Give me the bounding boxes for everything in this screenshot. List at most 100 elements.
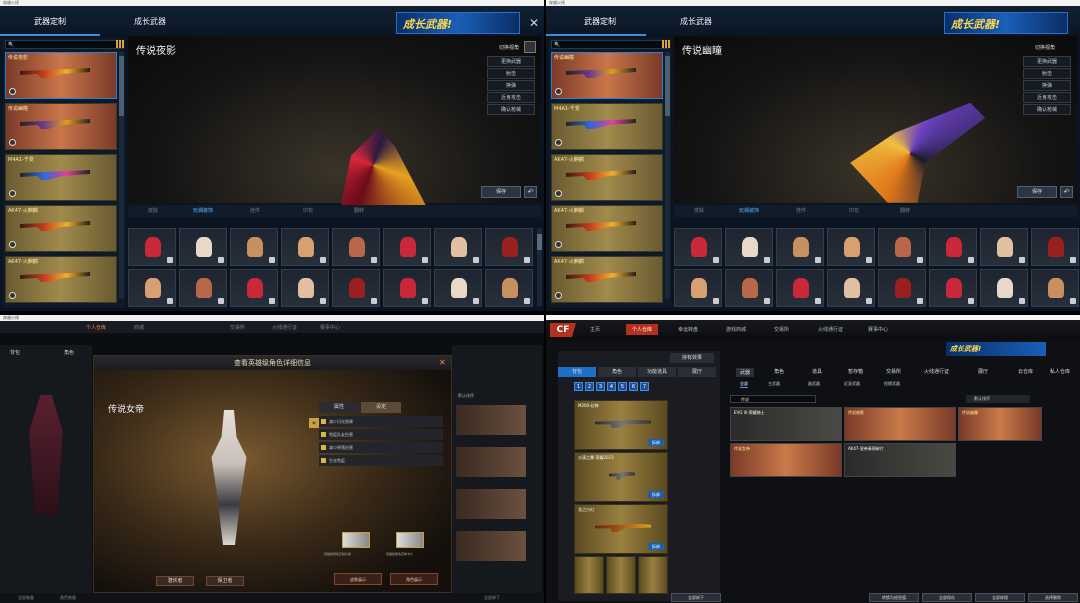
decoration-item[interactable]: [980, 228, 1028, 266]
inspect-button[interactable]: 确认枪械: [487, 104, 535, 115]
save-all-button[interactable]: 全部保存: [922, 593, 972, 602]
nav-personal-storage[interactable]: 个人仓库: [626, 324, 659, 335]
hero-model[interactable]: [211, 410, 247, 545]
throwable-slot[interactable]: [574, 556, 604, 594]
slot-number-button[interactable]: 2: [585, 382, 594, 391]
weapon-card[interactable]: AK47-火麒麟: [5, 205, 117, 252]
decoration-item[interactable]: [485, 228, 533, 266]
grid-view-icon[interactable]: [116, 40, 124, 48]
change-weapon-button[interactable]: 更换武器: [1023, 56, 1071, 67]
reload-button[interactable]: 换弹: [487, 80, 535, 91]
shoot-button[interactable]: 射击: [487, 68, 535, 79]
decoration-item[interactable]: [878, 228, 926, 266]
nav-home[interactable]: 主页: [590, 326, 600, 333]
search-input[interactable]: 传说: [730, 395, 816, 403]
weapon-slot[interactable]: 龙之爪刃 拆卸: [574, 504, 668, 554]
tab-stash[interactable]: 暂存箱: [848, 368, 863, 375]
save-button[interactable]: 保存: [481, 186, 521, 198]
tab-growth-weapon[interactable]: 成长武器: [680, 16, 712, 27]
decoration-item[interactable]: [332, 269, 380, 307]
sort-label[interactable]: 默认排序: [458, 393, 474, 399]
unequip-all-button[interactable]: 全部卸下: [671, 593, 721, 602]
storage-item[interactable]: EVO III-荣耀骑士: [730, 407, 842, 441]
tab-weapons[interactable]: 武器: [736, 368, 755, 377]
equip-all-button[interactable]: 全部装备: [18, 595, 34, 601]
tab-weapon-custom[interactable]: 武器定制: [34, 16, 66, 27]
tab-print[interactable]: 印花: [849, 207, 859, 214]
character-thumb[interactable]: [456, 447, 526, 477]
weapon-card[interactable]: M4A1-千变: [5, 154, 117, 201]
convert-exp-button[interactable]: 转换为经验值: [869, 593, 919, 602]
decoration-item[interactable]: [878, 269, 926, 307]
scrollbar[interactable]: [665, 52, 670, 299]
slot-number-button[interactable]: 6: [629, 382, 638, 391]
storage-item[interactable]: 传说女帝: [730, 443, 842, 477]
tab-showroom[interactable]: 展厅: [678, 367, 716, 377]
decoration-item[interactable]: [179, 269, 227, 307]
defender-button[interactable]: 保卫者: [206, 576, 244, 586]
skin-show-button[interactable]: 皮肤展示: [334, 573, 382, 585]
dismantle-button[interactable]: 拆卸: [648, 439, 664, 446]
sort-dropdown[interactable]: 默认排序: [966, 395, 1030, 403]
reload-button[interactable]: 换弹: [1023, 80, 1071, 91]
nav-events[interactable]: 赛事中心: [868, 326, 888, 333]
decoration-item[interactable]: [929, 228, 977, 266]
cf-logo[interactable]: CF: [550, 323, 576, 337]
scrollbar[interactable]: [119, 52, 124, 299]
filter-melee[interactable]: 近身武器: [844, 381, 860, 387]
tab-role[interactable]: 角色: [64, 349, 74, 356]
decoration-item[interactable]: [332, 228, 380, 266]
tab-doll[interactable]: 玩偶装饰: [193, 207, 213, 214]
weapon-card[interactable]: M4A1-千变: [551, 103, 663, 150]
search-input[interactable]: 🔍: [551, 40, 669, 49]
delete-button[interactable]: 选择删除: [1028, 593, 1078, 602]
decoration-item[interactable]: [485, 269, 533, 307]
decoration-item[interactable]: [980, 269, 1028, 307]
decoration-item[interactable]: [725, 228, 773, 266]
tab-skin[interactable]: 皮肤: [694, 207, 704, 214]
decoration-item[interactable]: [776, 228, 824, 266]
tab-flip[interactable]: 翻转: [900, 207, 910, 214]
slot-number-button[interactable]: 3: [596, 382, 605, 391]
shoot-button[interactable]: 射击: [1023, 68, 1071, 79]
decoration-item[interactable]: [383, 228, 431, 266]
throwable-slot[interactable]: [638, 556, 668, 594]
tab-role[interactable]: 角色: [598, 367, 636, 377]
tab-bag[interactable]: 背包: [10, 349, 20, 356]
weapon-card[interactable]: AK47-火麒麟: [5, 256, 117, 303]
undo-icon[interactable]: ↶: [1060, 186, 1073, 198]
nav-lucky-wheel[interactable]: 幸运转盘: [678, 326, 698, 333]
nav-shop[interactable]: 商城: [134, 324, 144, 331]
storage-item[interactable]: 传说夜影: [844, 407, 956, 441]
decoration-item[interactable]: [674, 228, 722, 266]
decoration-item[interactable]: [434, 269, 482, 307]
scrollbar[interactable]: [537, 228, 542, 306]
weapon-slot[interactable]: 沙漠之鹰-荣耀2023 拆卸: [574, 452, 668, 502]
save-button[interactable]: 保存: [1017, 186, 1057, 198]
decoration-item[interactable]: [725, 269, 773, 307]
nav-game-shop[interactable]: 游戏商城: [726, 326, 746, 333]
weapon-card[interactable]: 传说幽瞳: [551, 52, 663, 99]
decoration-item[interactable]: [827, 228, 875, 266]
decoration-item[interactable]: [230, 269, 278, 307]
decoration-item[interactable]: [230, 228, 278, 266]
tab-attributes[interactable]: 属性: [319, 402, 359, 413]
decoration-item[interactable]: [929, 269, 977, 307]
filter-all[interactable]: 全部: [740, 381, 748, 388]
camera-icon[interactable]: [524, 41, 536, 53]
dismantle-button[interactable]: 拆卸: [648, 543, 664, 550]
tab-skin[interactable]: 皮肤: [148, 207, 158, 214]
unequip-all-button[interactable]: 全部卸下: [484, 595, 500, 601]
weapon-model[interactable]: [339, 128, 428, 210]
growth-weapon-banner[interactable]: 成长武器!: [944, 12, 1068, 34]
decoration-item[interactable]: [281, 269, 329, 307]
filter-primary[interactable]: 主武器: [768, 381, 780, 387]
tab-battle-pass[interactable]: 火线通行证: [924, 368, 949, 375]
melee-button[interactable]: 近身攻击: [487, 92, 535, 103]
storage-item[interactable]: AK47-皇帝青铜碎片: [844, 443, 956, 477]
decoration-item[interactable]: [434, 228, 482, 266]
weapon-model[interactable]: [850, 102, 986, 203]
filter-throwable[interactable]: 投掷武器: [884, 381, 900, 387]
tab-roles[interactable]: 角色: [774, 368, 784, 375]
tab-flip[interactable]: 翻转: [354, 207, 364, 214]
